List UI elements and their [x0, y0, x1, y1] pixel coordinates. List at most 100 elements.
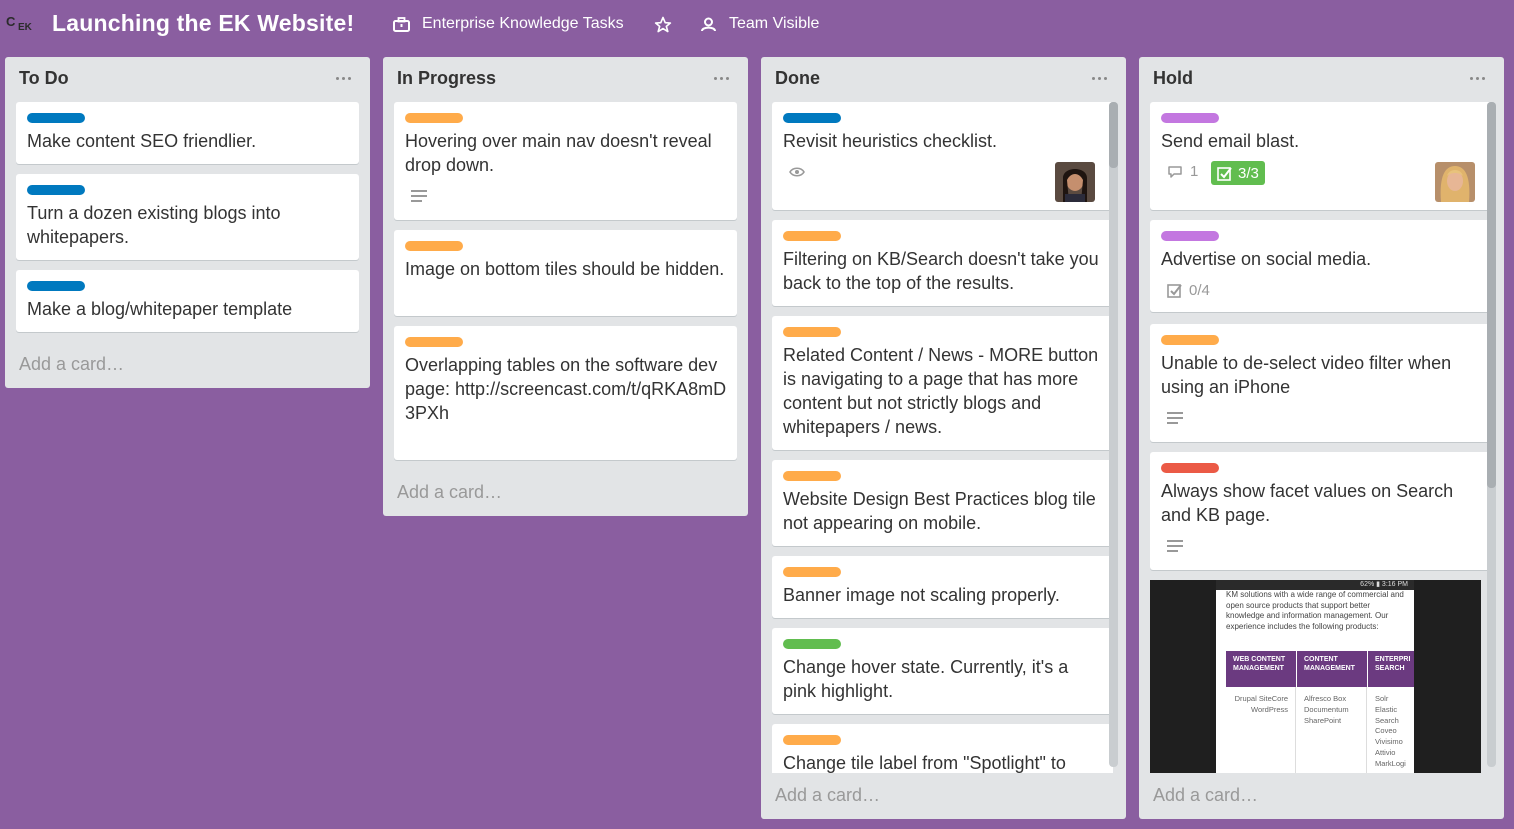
list-title[interactable]: In Progress — [397, 68, 496, 89]
card-title: Hovering over main nav doesn't reveal dr… — [405, 131, 712, 175]
product-column-head: WEB CONTENT MANAGEMENT — [1226, 651, 1296, 687]
card-label-orange[interactable] — [783, 471, 841, 481]
board-title[interactable]: Launching the EK Website! — [52, 10, 354, 37]
visibility-label: Team Visible — [729, 15, 820, 32]
product-column-items: Solr Elastic Search Coveo Vivisimo Attiv… — [1375, 694, 1406, 768]
list-menu-icon[interactable] — [1470, 69, 1490, 83]
list-menu-icon[interactable] — [714, 69, 734, 83]
card[interactable]: Image on bottom tiles should be hidden. — [394, 230, 737, 316]
card-label-red[interactable] — [1161, 463, 1219, 473]
card-label-orange[interactable] — [405, 337, 463, 347]
list-menu-icon[interactable] — [336, 69, 356, 83]
list-title[interactable]: Done — [775, 68, 820, 89]
team-icon — [701, 17, 716, 31]
list-menu-icon[interactable] — [1092, 69, 1112, 83]
card-label-blue[interactable] — [783, 113, 841, 123]
card-list-scroll-area: Send email blast. 1 3/3 Advertise on soc… — [1139, 102, 1491, 773]
list-header: To Do — [5, 57, 370, 97]
card[interactable]: Change tile label from "Spotlight" to — [772, 724, 1113, 773]
card-label-orange[interactable] — [783, 231, 841, 241]
watch-icon — [789, 167, 805, 177]
card[interactable]: Make a blog/whitepaper template — [16, 270, 359, 332]
member-avatar[interactable] — [1055, 162, 1095, 202]
ek-logo[interactable]: C EK — [6, 12, 40, 34]
briefcase-icon — [393, 16, 410, 32]
card[interactable]: Change hover state. Currently, it's a pi… — [772, 628, 1113, 714]
checklist-icon — [1167, 284, 1182, 298]
comment-icon — [1168, 165, 1182, 178]
card-label-green[interactable] — [783, 639, 841, 649]
card[interactable]: Make content SEO friendlier. — [16, 102, 359, 164]
list-header: In Progress — [383, 57, 748, 97]
star-button[interactable] — [654, 16, 684, 33]
list-scrollbar[interactable] — [1487, 102, 1496, 767]
scrollbar-thumb[interactable] — [1487, 102, 1496, 488]
card-label-orange[interactable] — [405, 113, 463, 123]
card-label-orange[interactable] — [405, 241, 463, 251]
checklist-count: 0/4 — [1189, 282, 1210, 299]
product-column-head: CONTENT MANAGEMENT — [1297, 651, 1367, 687]
card-title: Turn a dozen existing blogs into whitepa… — [27, 203, 281, 247]
card-label-purple[interactable] — [1161, 113, 1219, 123]
description-icon — [1167, 540, 1183, 554]
checklist-icon — [1217, 166, 1232, 181]
list-scrollbar[interactable] — [1109, 102, 1118, 767]
list-title[interactable]: Hold — [1153, 68, 1193, 89]
card[interactable]: Filtering on KB/Search doesn't take you … — [772, 220, 1113, 306]
add-card-button[interactable]: Add a card… — [1153, 785, 1258, 806]
card[interactable]: Turn a dozen existing blogs into whitepa… — [16, 174, 359, 260]
card-title: Overlapping tables on the software dev p… — [405, 355, 727, 423]
product-column-head: ENTERPRI SEARCH — [1368, 651, 1414, 687]
organization-button[interactable]: Enterprise Knowledge Tasks — [393, 15, 624, 33]
card-label-blue[interactable] — [27, 281, 85, 291]
card[interactable]: Hovering over main nav doesn't reveal dr… — [394, 102, 737, 220]
member-avatar[interactable] — [1435, 162, 1475, 202]
card[interactable]: Banner image not scaling properly. — [772, 556, 1113, 618]
checklist-badge: 0/4 — [1167, 282, 1210, 299]
card[interactable]: Always show facet values on Search and K… — [1150, 452, 1491, 570]
card-label-purple[interactable] — [1161, 231, 1219, 241]
description-icon — [411, 190, 427, 204]
card-title: Related Content / News - MORE button is … — [783, 345, 1099, 437]
card-attachment-cover[interactable]: 62% ▮ 3:16 PM KM solutions with a wide r… — [1150, 580, 1481, 773]
card-title: Image on bottom tiles should be hidden. — [405, 259, 725, 279]
star-icon — [654, 16, 672, 33]
description-icon — [1167, 412, 1183, 426]
comments-badge: 1 — [1167, 163, 1198, 180]
card[interactable]: Website Design Best Practices blog tile … — [772, 460, 1113, 546]
list-in-progress: In Progress Hovering over main nav doesn… — [383, 57, 748, 516]
card-list-scroll-area: Revisit heuristics checklist. Filtering … — [761, 102, 1113, 773]
card[interactable]: Advertise on social media. 0/4 — [1150, 220, 1491, 312]
card-title: Change hover state. Currently, it's a pi… — [783, 657, 1069, 701]
add-card-button[interactable]: Add a card… — [19, 354, 124, 375]
list-hold: Hold Send email blast. 1 3/3 Advertise o… — [1139, 57, 1504, 819]
product-column: CONTENT MANAGEMENT Alfresco Box Document… — [1297, 651, 1367, 773]
card[interactable]: Overlapping tables on the software dev p… — [394, 326, 737, 460]
card-title: Advertise on social media. — [1161, 249, 1372, 269]
checklist-count: 3/3 — [1238, 164, 1259, 182]
card-title: Change tile label from "Spotlight" to — [783, 753, 1066, 773]
card[interactable]: Send email blast. 1 3/3 — [1150, 102, 1491, 210]
visibility-button[interactable]: Team Visible — [700, 15, 819, 33]
card-label-blue[interactable] — [27, 185, 85, 195]
scrollbar-thumb[interactable] — [1109, 102, 1118, 168]
card-title: Make a blog/whitepaper template — [27, 299, 293, 319]
card[interactable]: Related Content / News - MORE button is … — [772, 316, 1113, 450]
card-label-orange[interactable] — [1161, 335, 1219, 345]
checklist-badge-complete: 3/3 — [1211, 161, 1265, 185]
list-done: Done Revisit heuristics checklist. Filte… — [761, 57, 1126, 819]
list-title[interactable]: To Do — [19, 68, 69, 89]
add-card-button[interactable]: Add a card… — [397, 482, 502, 503]
card[interactable]: Unable to de-select video filter when us… — [1150, 324, 1491, 442]
card[interactable]: Revisit heuristics checklist. — [772, 102, 1113, 210]
organization-name: Enterprise Knowledge Tasks — [422, 15, 624, 32]
card-label-orange[interactable] — [783, 735, 841, 745]
card-label-blue[interactable] — [27, 113, 85, 123]
card-title: Make content SEO friendlier. — [27, 131, 257, 151]
card-title: Banner image not scaling properly. — [783, 585, 1060, 605]
board-header: C EK Launching the EK Website! Enterprise… — [0, 0, 1514, 50]
card-label-orange[interactable] — [783, 327, 841, 337]
comment-count: 1 — [1190, 163, 1199, 180]
card-label-orange[interactable] — [783, 567, 841, 577]
add-card-button[interactable]: Add a card… — [775, 785, 880, 806]
